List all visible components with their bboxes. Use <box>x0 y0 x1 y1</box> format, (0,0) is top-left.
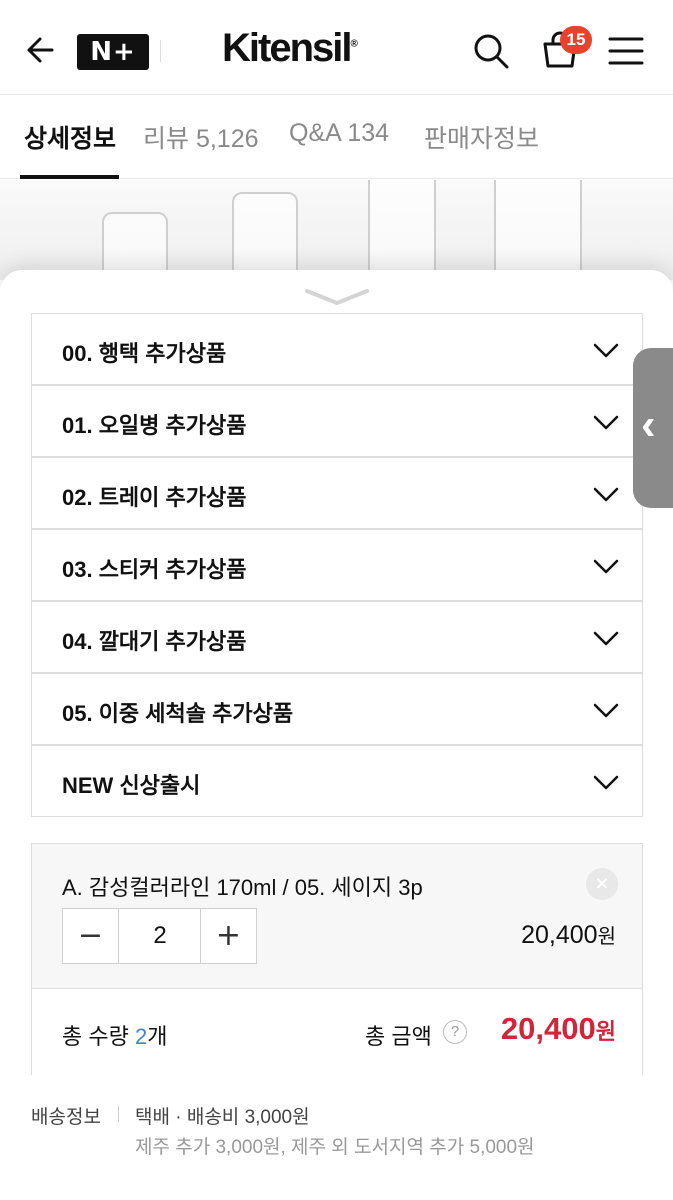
chevron-down-icon <box>593 559 619 574</box>
option-accordion[interactable]: 03. 스티커 추가상품 <box>31 529 643 601</box>
shipping-label: 배송정보 <box>31 1107 101 1128</box>
order-summary: 총 수량 2개 총 금액 ? 20,400원 <box>32 989 642 1075</box>
shipping-extra-fee: 제주 추가 3,000원, 제주 외 도서지역 추가 5,000원 <box>135 1137 535 1158</box>
chevron-down-icon <box>593 703 619 718</box>
accordion-label: 00. 행택 추가상품 <box>62 341 227 366</box>
nplus-logo[interactable]: N+ <box>77 34 149 70</box>
accordion-label: 05. 이중 세척솔 추가상품 <box>62 701 294 726</box>
hamburger-menu-icon[interactable] <box>606 34 646 68</box>
active-tab-indicator <box>20 175 119 179</box>
option-price: 20,400원 <box>521 921 616 949</box>
chevron-down-icon <box>593 343 619 358</box>
decrease-quantity-button[interactable]: − <box>63 909 119 963</box>
total-amount: 20,400원 <box>500 1011 616 1046</box>
brand-logo[interactable]: Kitensil® <box>222 26 358 71</box>
chevron-down-icon <box>593 415 619 430</box>
shipping-divider <box>118 1106 119 1122</box>
help-icon[interactable]: ? <box>443 1020 467 1044</box>
shipping-fee: 택배 · 배송비 3,000원 <box>135 1107 310 1128</box>
chevron-down-icon <box>593 631 619 646</box>
back-arrow-icon[interactable] <box>22 30 62 70</box>
product-tabs: 상세정보 리뷰 5,126 Q&A 134 판매자정보 <box>0 95 673 179</box>
accordion-label: NEW 신상출시 <box>62 773 201 798</box>
tab-qna[interactable]: Q&A 134 <box>289 119 389 148</box>
app-header: N+ Kitensil® 15 <box>0 0 673 95</box>
tab-reviews[interactable]: 리뷰 5,126 <box>143 119 259 155</box>
option-accordion[interactable]: NEW 신상출시 <box>31 745 643 817</box>
option-accordion[interactable]: 04. 깔대기 추가상품 <box>31 601 643 673</box>
accordion-label: 04. 깔대기 추가상품 <box>62 629 247 654</box>
cart-count-badge: 15 <box>560 26 592 54</box>
chevron-left-icon: ‹ <box>641 400 656 449</box>
total-amount-label: 총 금액 <box>365 1024 432 1049</box>
bottle-image <box>232 192 298 280</box>
remove-option-button[interactable]: × <box>586 868 618 900</box>
quantity-stepper: − 2 + <box>62 908 257 964</box>
accordion-label: 01. 오일병 추가상품 <box>62 413 247 438</box>
option-accordion[interactable]: 00. 행택 추가상품 <box>31 313 643 385</box>
accordion-label: 03. 스티커 추가상품 <box>62 557 247 582</box>
increase-quantity-button[interactable]: + <box>200 909 256 963</box>
chevron-down-icon <box>593 775 619 790</box>
tab-detail[interactable]: 상세정보 <box>24 119 116 155</box>
option-accordion[interactable]: 01. 오일병 추가상품 <box>31 385 643 457</box>
bottle-image <box>368 180 436 280</box>
header-divider <box>160 40 161 62</box>
option-accordion[interactable]: 02. 트레이 추가상품 <box>31 457 643 529</box>
total-quantity: 총 수량 2개 <box>62 1024 168 1049</box>
search-icon[interactable] <box>470 30 512 72</box>
selected-option-name: A. 감성컬러라인 170ml / 05. 세이지 3p <box>62 875 423 900</box>
quantity-value[interactable]: 2 <box>120 909 200 963</box>
accordion-label: 02. 트레이 추가상품 <box>62 485 247 510</box>
tab-seller-info[interactable]: 판매자정보 <box>424 119 539 155</box>
chevron-down-icon <box>593 487 619 502</box>
selected-option: A. 감성컬러라인 170ml / 05. 세이지 3p × − 2 + 20,… <box>31 843 643 1075</box>
side-drawer-tab[interactable]: ‹ <box>633 348 673 508</box>
bottle-image <box>494 180 582 280</box>
product-image <box>0 180 673 280</box>
collapse-handle-icon[interactable] <box>302 287 372 307</box>
option-accordion[interactable]: 05. 이중 세척솔 추가상품 <box>31 673 643 745</box>
